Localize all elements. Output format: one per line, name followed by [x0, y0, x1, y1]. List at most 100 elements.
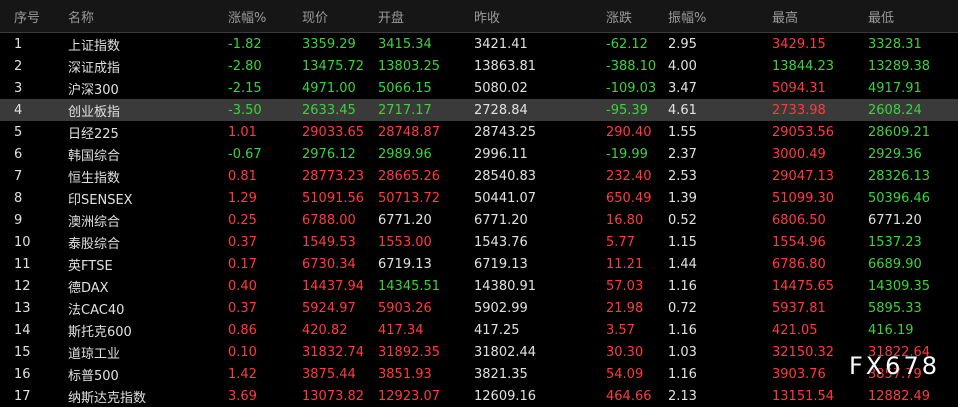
- watermark-logo: FX678: [848, 352, 940, 380]
- row-price: 4971.00: [302, 80, 356, 96]
- row-name: 沪深300: [68, 82, 119, 98]
- row-amplitude: 1.44: [668, 256, 697, 272]
- row-index: 8: [14, 190, 23, 206]
- row-index: 4: [14, 102, 23, 118]
- row-change: -95.39: [606, 102, 648, 118]
- table-row[interactable]: 4 创业板指 -3.50 2633.45 2717.17 2728.84 -95.39 4.6…: [0, 99, 958, 121]
- row-index: 9: [14, 212, 23, 228]
- row-change: 11.21: [606, 256, 644, 272]
- row-open: 3415.34: [378, 36, 432, 52]
- row-prev-close: 6771.20: [474, 212, 528, 228]
- table-row[interactable]: 16 标普500 1.42 3875.44 3851.93 3821.35 54.09 1.1…: [0, 363, 958, 385]
- row-prev-close: 14380.91: [474, 278, 537, 294]
- row-change-pct: 1.01: [228, 124, 257, 140]
- row-index: 2: [14, 58, 23, 74]
- header-change[interactable]: 涨跌: [606, 7, 668, 26]
- row-name: 上证指数: [68, 38, 121, 54]
- row-change-pct: 3.69: [228, 388, 257, 404]
- header-low[interactable]: 最低: [868, 7, 958, 26]
- row-amplitude: 1.03: [668, 344, 697, 360]
- header-name[interactable]: 名称: [68, 7, 228, 26]
- row-name: 泰股综合: [68, 236, 121, 252]
- row-name: 日经225: [68, 126, 119, 142]
- row-high: 51099.30: [772, 190, 835, 206]
- table-row[interactable]: 7 恒生指数 0.81 28773.23 28665.26 28540.83 232.40 2…: [0, 165, 958, 187]
- row-open: 28748.87: [378, 124, 441, 140]
- row-open: 28665.26: [378, 168, 441, 184]
- table-row[interactable]: 13 法CAC40 0.37 5924.97 5903.26 5902.99 21.98 0.…: [0, 297, 958, 319]
- row-amplitude: 4.61: [668, 102, 697, 118]
- header-price[interactable]: 现价: [302, 7, 378, 26]
- row-price: 6730.34: [302, 256, 356, 272]
- row-price: 3359.29: [302, 36, 356, 52]
- row-open: 2717.17: [378, 102, 432, 118]
- row-low: 2608.24: [868, 102, 922, 118]
- header-change-pct[interactable]: 涨幅%: [228, 7, 302, 26]
- row-index: 6: [14, 146, 23, 162]
- row-change: 5.77: [606, 234, 635, 250]
- table-row[interactable]: 9 澳洲综合 0.25 6788.00 6771.20 6771.20 16.80 0.52 6…: [0, 209, 958, 231]
- table-row[interactable]: 6 韩国综合 -0.67 2976.12 2989.96 2996.11 -19.99 2.3…: [0, 143, 958, 165]
- row-change: -19.99: [606, 146, 648, 162]
- row-prev-close: 3821.35: [474, 366, 528, 382]
- row-high: 3000.49: [772, 146, 826, 162]
- row-index: 14: [14, 322, 31, 338]
- table-row[interactable]: 15 道琼工业 0.10 31832.74 31892.35 31802.44 30.30 1…: [0, 341, 958, 363]
- row-price: 2633.45: [302, 102, 356, 118]
- row-prev-close: 417.25: [474, 322, 520, 338]
- table-row[interactable]: 14 斯托克600 0.86 420.82 417.34 417.25 3.57 1.16 42…: [0, 319, 958, 341]
- row-change: 650.49: [606, 190, 652, 206]
- row-amplitude: 1.39: [668, 190, 697, 206]
- table-row[interactable]: 3 沪深300 -2.15 4971.00 5066.15 5080.02 -109.03 3…: [0, 77, 958, 99]
- header-index[interactable]: 序号: [0, 7, 68, 26]
- row-name: 纳斯达克指数: [68, 390, 147, 406]
- row-price: 420.82: [302, 322, 348, 338]
- row-high: 6806.50: [772, 212, 826, 228]
- row-low: 12882.49: [868, 388, 931, 404]
- row-open: 6719.13: [378, 256, 432, 272]
- row-change: -109.03: [606, 80, 657, 96]
- row-change: -388.10: [606, 58, 657, 74]
- row-amplitude: 1.15: [668, 234, 697, 250]
- header-high[interactable]: 最高: [772, 7, 868, 26]
- row-index: 1: [14, 36, 23, 52]
- row-high: 5094.31: [772, 80, 826, 96]
- row-price: 28773.23: [302, 168, 365, 184]
- table-row[interactable]: 12 德DAX 0.40 14437.94 14345.51 14380.91 57.03 1…: [0, 275, 958, 297]
- row-change-pct: 0.17: [228, 256, 257, 272]
- row-open: 31892.35: [378, 344, 441, 360]
- header-open[interactable]: 开盘: [378, 7, 474, 26]
- row-change: 16.80: [606, 212, 644, 228]
- row-change: 3.57: [606, 322, 635, 338]
- table-row[interactable]: 2 深证成指 -2.80 13475.72 13803.25 13863.81 -388.1…: [0, 55, 958, 77]
- row-high: 1554.96: [772, 234, 826, 250]
- row-change-pct: 1.42: [228, 366, 257, 382]
- table-row[interactable]: 1 上证指数 -1.82 3359.29 3415.34 3421.41 -62.12 2.9…: [0, 33, 958, 55]
- header-amplitude[interactable]: 振幅%: [668, 7, 772, 26]
- table-row[interactable]: 8 印SENSEX 1.29 51091.56 50713.72 50441.07 650.…: [0, 187, 958, 209]
- row-index: 16: [14, 366, 31, 382]
- header-prev-close[interactable]: 昨收: [474, 7, 606, 26]
- row-open: 417.34: [378, 322, 424, 338]
- row-low: 1537.23: [868, 234, 922, 250]
- row-change-pct: 0.37: [228, 234, 257, 250]
- row-change: 57.03: [606, 278, 644, 294]
- row-name: 标普500: [68, 368, 119, 384]
- table-row[interactable]: 5 日经225 1.01 29033.65 28748.87 28743.25 290.40…: [0, 121, 958, 143]
- table-row[interactable]: 11 英FTSE 0.17 6730.34 6719.13 6719.13 11.21 1.4…: [0, 253, 958, 275]
- row-change-pct: 1.29: [228, 190, 257, 206]
- row-prev-close: 2996.11: [474, 146, 528, 162]
- row-high: 29047.13: [772, 168, 835, 184]
- table-row[interactable]: 10 泰股综合 0.37 1549.53 1553.00 1543.76 5.77 1.15 1…: [0, 231, 958, 253]
- row-prev-close: 12609.16: [474, 388, 537, 404]
- row-low: 28609.21: [868, 124, 931, 140]
- row-low: 6771.20: [868, 212, 922, 228]
- row-name: 斯托克600: [68, 324, 132, 340]
- row-price: 5924.97: [302, 300, 356, 316]
- row-change: -62.12: [606, 36, 648, 52]
- row-change-pct: -2.15: [228, 80, 262, 96]
- row-high: 2733.98: [772, 102, 826, 118]
- row-prev-close: 50441.07: [474, 190, 537, 206]
- row-price: 2976.12: [302, 146, 356, 162]
- row-index: 17: [14, 388, 31, 404]
